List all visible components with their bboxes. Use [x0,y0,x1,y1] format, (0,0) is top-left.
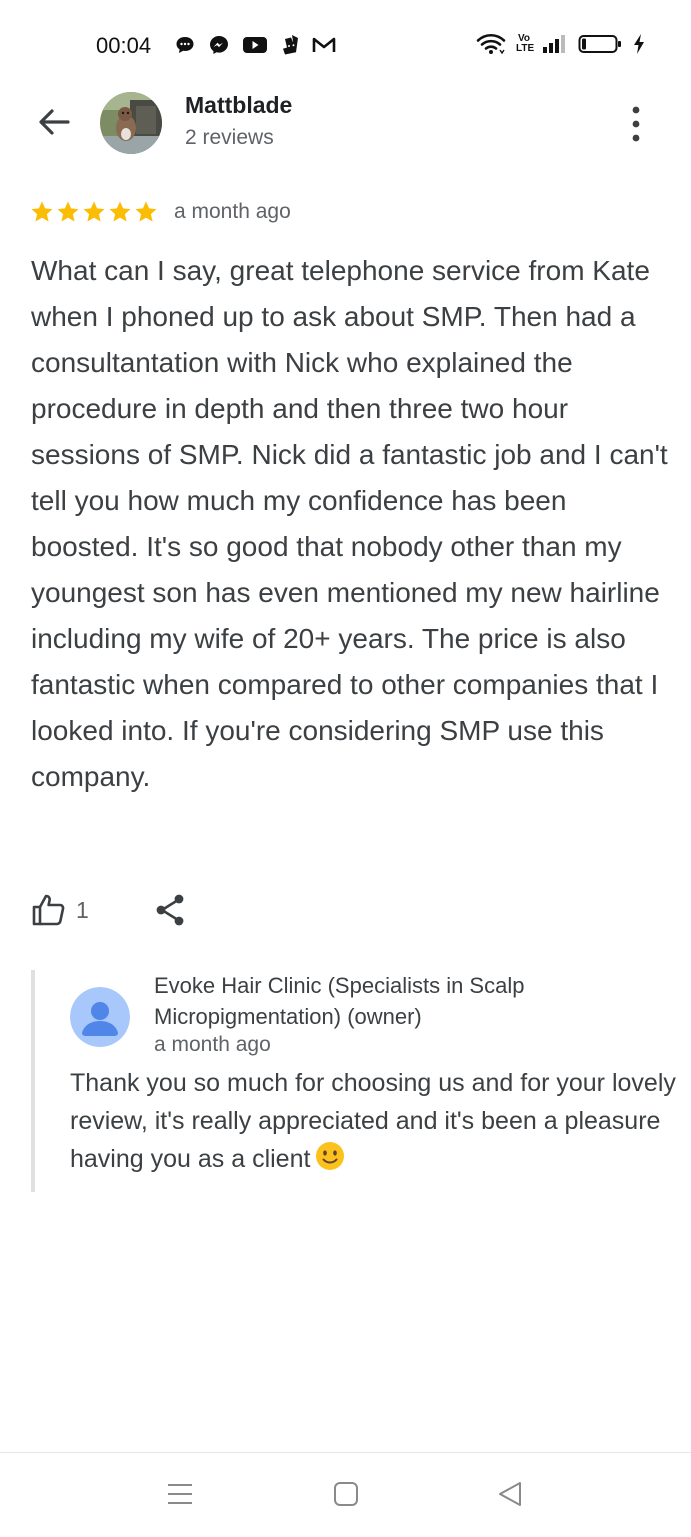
system-nav-bar [0,1452,691,1537]
like-count: 1 [76,896,89,923]
star-icon [109,201,131,222]
status-bar: 00:04 Vo LTE [0,0,691,90]
star-icon [135,201,157,222]
review-text: What can I say, great telephone service … [31,255,668,792]
system-icons: Vo LTE [476,32,646,56]
youtube-icon [243,37,267,53]
owner-reply: Evoke Hair Clinic (Specialists in Scalp … [31,970,676,1192]
review-date: a month ago [174,200,291,223]
deliveroo-icon [283,35,298,55]
star-icon [31,201,53,222]
signal-icon [543,35,565,53]
wifi-icon [476,33,506,55]
owner-name: Evoke Hair Clinic (Specialists in Scalp … [154,973,525,1029]
more-options-icon[interactable] [626,104,646,144]
back-arrow-icon[interactable] [34,104,74,140]
slightly-smiling-face-icon [316,1142,345,1170]
reviewer-review-count: 2 reviews [185,126,274,149]
review-actions: 1 [30,888,187,932]
notification-icons [174,34,336,56]
status-time: 00:04 [96,33,152,58]
share-icon[interactable] [153,892,187,928]
reviewer-name[interactable]: Mattblade [185,92,292,119]
chat-icon [176,37,194,53]
star-icon [83,201,105,222]
gmail-icon [312,37,336,52]
star-rating [30,200,158,224]
thumbs-up-icon[interactable] [30,892,66,928]
owner-reply-date: a month ago [154,1033,271,1056]
review-rating-row: a month ago [30,196,291,228]
star-icon [57,201,79,222]
app-header: Mattblade 2 reviews [0,88,691,158]
home-icon[interactable] [332,1479,360,1509]
back-triangle-icon[interactable] [496,1479,524,1509]
menu-icon[interactable] [166,1479,194,1509]
owner-reply-text-block: Thank you so much for choosing us and fo… [70,1064,680,1178]
reviewer-avatar[interactable] [100,92,162,154]
volte-icon: Vo LTE [516,33,535,54]
battery-icon [578,35,621,53]
messenger-icon [210,36,228,54]
charging-icon [634,34,644,54]
owner-reply-text: Thank you so much for choosing us and fo… [70,1069,676,1173]
owner-avatar [70,987,130,1047]
